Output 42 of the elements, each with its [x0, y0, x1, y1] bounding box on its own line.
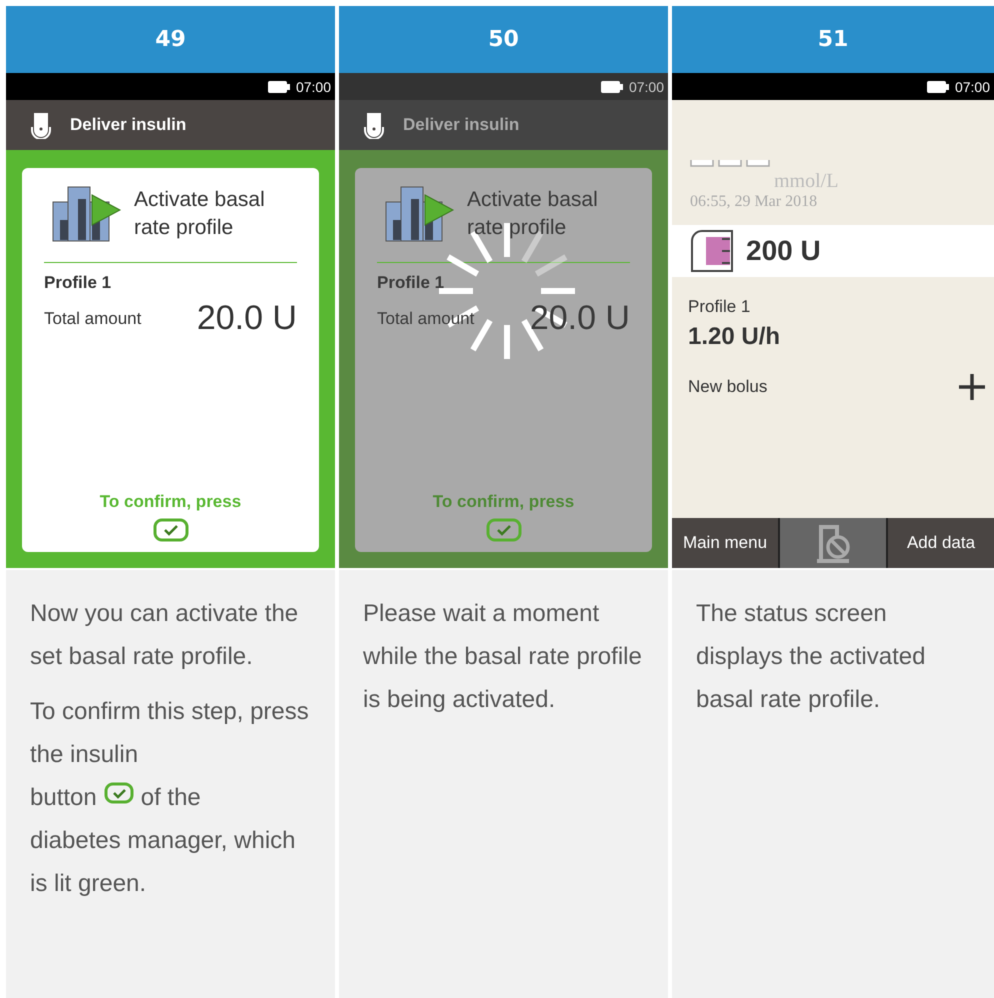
- instruction-text: of the: [140, 783, 201, 813]
- reservoir-amount: 200 U: [746, 235, 821, 267]
- instruction-text: The status screen displays the activated basal rate profile.: [696, 599, 926, 715]
- battery-icon: [926, 80, 950, 94]
- card-title: Activate basal rate profile: [134, 187, 266, 241]
- clock-time: 07:00: [954, 78, 990, 94]
- reading-timestamp: 06:55, 29 Mar 2018: [690, 193, 818, 211]
- step-number: 51: [818, 27, 848, 52]
- battery-icon: [266, 80, 291, 94]
- plus-icon[interactable]: [958, 373, 986, 401]
- confirm-button-icon: [104, 782, 134, 804]
- total-amount-label: Total amount: [44, 308, 142, 328]
- confirm-prompt: To confirm, press: [98, 492, 242, 512]
- basal-profile-icon: [385, 186, 455, 242]
- confirm-check-icon: [486, 518, 522, 542]
- add-data-button[interactable]: Add data: [888, 518, 994, 568]
- instruction-text: Please wait a moment while the basal rate profile is being activated.: [363, 599, 643, 715]
- cartridge-icon: [690, 229, 734, 273]
- profile-name: Profile 1: [688, 297, 752, 317]
- card-title: Activate basal rate profile: [467, 187, 599, 241]
- profile-name: Profile 1: [377, 273, 446, 293]
- main-menu-button[interactable]: Main menu: [672, 518, 778, 568]
- pump-icon: [363, 111, 385, 139]
- instruction-text: Now you can activate the set basal rate profile.: [30, 599, 300, 672]
- step-number: 50: [488, 27, 519, 52]
- confirm-prompt: To confirm, press: [432, 492, 576, 512]
- screen-title: Deliver insulin: [403, 115, 520, 135]
- basal-rate: 1.20 U/h: [688, 323, 782, 351]
- step-number: 49: [155, 27, 186, 52]
- basal-profile-icon: [52, 186, 122, 242]
- total-amount-value: 20.0 U: [196, 299, 297, 338]
- screen-title: Deliver insulin: [70, 115, 186, 135]
- profile-name: Profile 1: [44, 273, 112, 293]
- instruction-text: button: [30, 783, 97, 813]
- new-bolus-label: New bolus: [688, 377, 768, 397]
- instruction-text: diabetes manager, which is lit green.: [30, 826, 296, 899]
- battery-icon: [600, 80, 624, 94]
- clock-time: 07:00: [296, 78, 331, 94]
- pump-icon: [30, 111, 52, 139]
- clock-time: 07:00: [628, 78, 664, 94]
- no-reading-dashes-icon: [690, 158, 770, 170]
- confirm-check-icon: [152, 518, 188, 542]
